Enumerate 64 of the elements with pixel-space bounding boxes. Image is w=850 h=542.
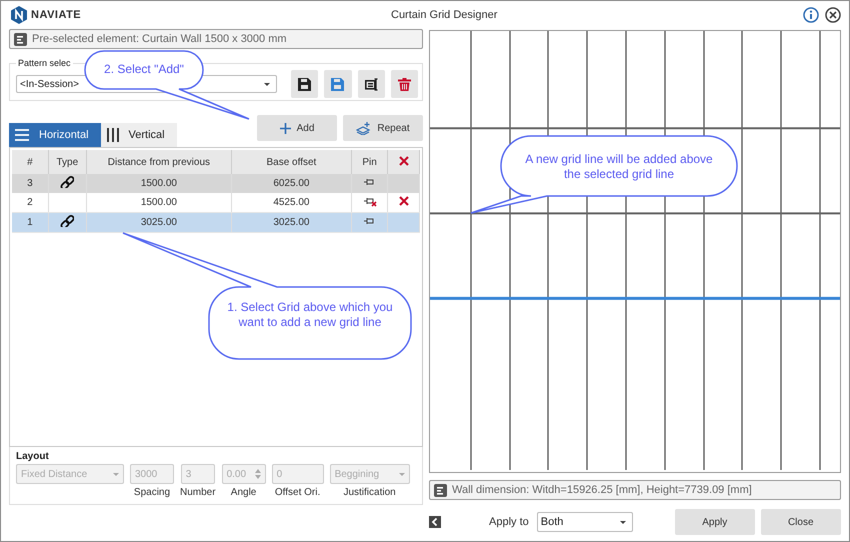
- save-icon: [331, 78, 344, 90]
- tab[interactable]: Horizontal: [9, 123, 101, 147]
- column-header: Type: [48, 150, 86, 174]
- close-icon[interactable]: [825, 7, 841, 23]
- rename-icon: [364, 78, 378, 90]
- field-label: Justification: [343, 487, 396, 498]
- table-cell: 3025.00: [231, 212, 352, 232]
- unpin-icon[interactable]: [362, 195, 377, 207]
- table-cell: 3025.00: [86, 212, 232, 232]
- save-as-button[interactable]: [324, 70, 352, 98]
- column-header: Pin: [351, 150, 388, 174]
- table-row[interactable]: 1 3025.00 3025.00: [12, 212, 420, 232]
- field-label: Angle: [230, 487, 256, 498]
- window-title: Curtain Grid Designer: [391, 9, 498, 21]
- apply-to-label: Apply to: [489, 516, 529, 528]
- preselected-text: Pre-selected element: Curtain Wall 1500 x 3000 mm: [32, 33, 287, 45]
- delete-icon[interactable]: [398, 156, 409, 166]
- table-row[interactable]: 3 1500.00 6025.00: [12, 174, 420, 193]
- dialog-button[interactable]: Apply: [674, 509, 755, 535]
- save-icon: [298, 78, 312, 90]
- table-cell: 4525.00: [231, 193, 352, 212]
- logo-text: NAVIATE: [31, 9, 82, 21]
- column-header: Distance from previous: [86, 150, 232, 174]
- caret-icon: [113, 472, 119, 476]
- plus-icon: [280, 122, 291, 134]
- logo-icon: [11, 6, 27, 24]
- callout-text: 1. Select Grid above which you want to add a new grid line: [227, 300, 393, 330]
- column-header: Base offset: [231, 150, 352, 174]
- trash-icon: [398, 78, 411, 90]
- repeat-button[interactable]: Repeat: [343, 115, 423, 141]
- table-cell: 1500.00: [86, 193, 232, 212]
- save-button[interactable]: [291, 70, 318, 98]
- row-number: 1: [12, 212, 48, 232]
- layout-title: Layout: [16, 451, 50, 462]
- caret-icon: [620, 520, 626, 524]
- callout-text: A new grid line will be added above the selected grid line: [524, 152, 714, 182]
- document-icon: [434, 484, 447, 496]
- document-icon: [14, 32, 27, 46]
- callout-text: 2. Select "Add": [103, 62, 185, 77]
- delete-button[interactable]: [390, 70, 418, 98]
- row-number: 2: [12, 193, 48, 212]
- caret-icon: [398, 472, 405, 476]
- dimension-text: Wall dimension: Witdh=15926.25 [mm], Height=7739.09 [mm]: [452, 484, 752, 496]
- horizontal-lines-icon: [15, 129, 29, 141]
- row-number: 3: [12, 174, 48, 193]
- table-row[interactable]: 2 1500.00 4525.00: [12, 193, 420, 212]
- field-label: Offset Ori.: [274, 487, 320, 498]
- field-label: Spacing: [134, 487, 170, 498]
- vertical-lines-icon: [106, 128, 119, 142]
- table-cell: 1500.00: [86, 174, 232, 193]
- column-header: #: [12, 150, 48, 174]
- back-icon[interactable]: [429, 516, 441, 528]
- caret-icon: [264, 82, 270, 86]
- rename-button[interactable]: [358, 70, 385, 98]
- field-label: Number: [180, 487, 216, 498]
- apply-to-dropdown[interactable]: Both: [536, 512, 633, 532]
- info-icon[interactable]: [803, 7, 819, 23]
- dialog-button[interactable]: Close: [760, 509, 841, 535]
- tab[interactable]: Vertical: [100, 123, 177, 147]
- pattern-label: Pattern selec: [16, 58, 73, 68]
- layers-icon: [356, 122, 372, 134]
- add-button[interactable]: Add: [257, 115, 337, 141]
- delete-icon[interactable]: [398, 196, 409, 206]
- table-cell: 6025.00: [231, 174, 352, 193]
